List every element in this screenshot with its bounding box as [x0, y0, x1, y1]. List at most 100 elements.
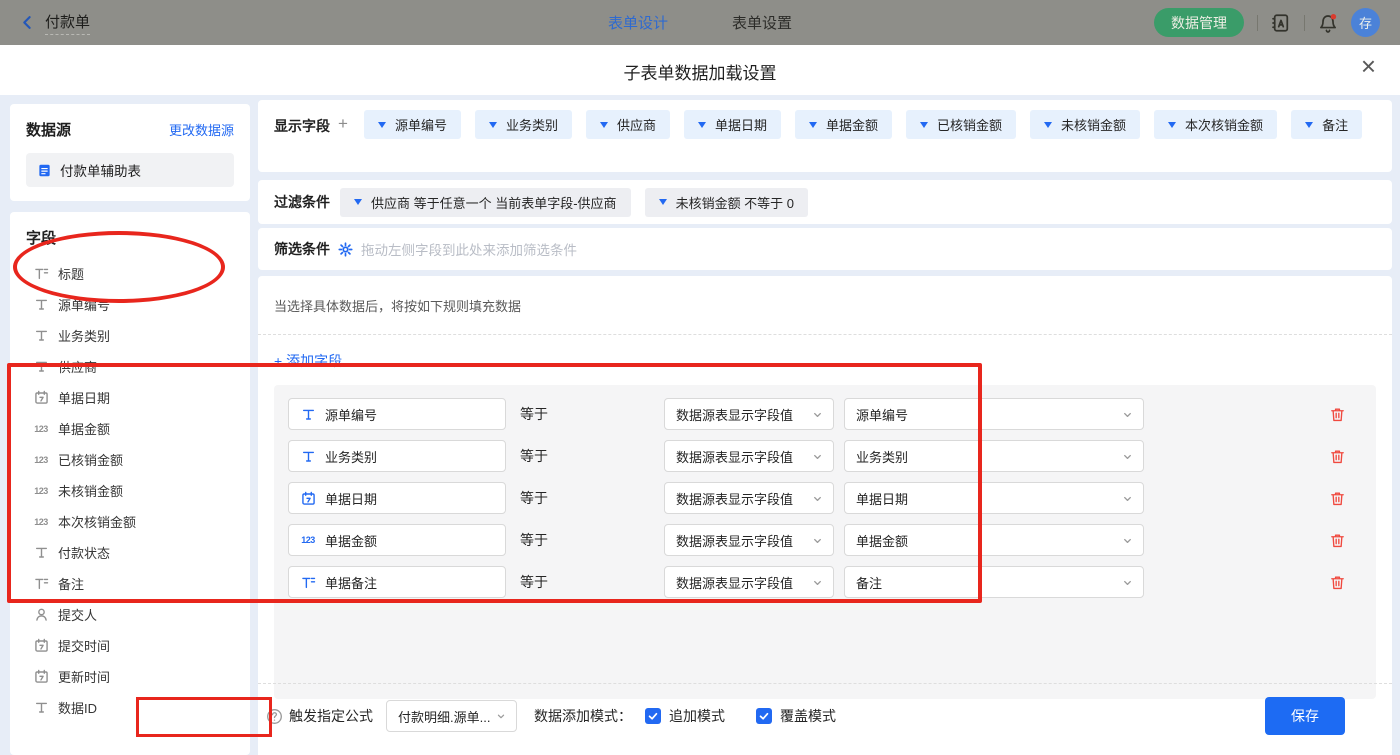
filter-condition-tag-label: 供应商 等于任意一个 当前表单字段-供应商: [371, 193, 617, 212]
field-list-item[interactable]: 123未核销金额: [26, 475, 234, 506]
rule-value-select[interactable]: 源单编号: [844, 398, 1144, 430]
fields-panel: 字段 标题源单编号业务类别供应商单据日期123单据金额123已核销金额123未核…: [10, 212, 250, 755]
caret-down-icon: [1305, 122, 1313, 128]
field-list-item[interactable]: 数据ID: [26, 692, 234, 723]
caret-down-icon: [659, 199, 667, 205]
rule-value-select-value: 单据金额: [856, 531, 908, 550]
chevron-down-icon: [811, 492, 824, 505]
user-avatar[interactable]: 存: [1351, 8, 1380, 37]
display-field-tag-label: 备注: [1322, 115, 1348, 134]
rule-target-field[interactable]: 源单编号: [288, 398, 506, 430]
filter-condition-tag[interactable]: 未核销金额 不等于 0: [645, 188, 808, 217]
app-header: 付款单 表单设计 表单设置 数据管理 存: [0, 0, 1400, 45]
rule-source-select[interactable]: 数据源表显示字段值: [664, 482, 834, 514]
display-field-tag[interactable]: 源单编号: [364, 110, 461, 139]
fill-rule-row: 单据备注等于数据源表显示字段值备注: [288, 566, 1362, 598]
field-list-item[interactable]: 提交时间: [26, 630, 234, 661]
mode-checkbox-group[interactable]: 追加模式: [645, 706, 725, 726]
rule-source-select[interactable]: 数据源表显示字段值: [664, 398, 834, 430]
display-fields-label: 显示字段: [274, 116, 330, 136]
number-field-icon: 123: [33, 486, 49, 496]
field-list-item[interactable]: 123单据金额: [26, 413, 234, 444]
save-button[interactable]: 保存: [1265, 697, 1345, 735]
rule-value-select-value: 业务类别: [856, 447, 908, 466]
trash-icon[interactable]: [1329, 448, 1346, 465]
back-icon[interactable]: [20, 15, 35, 30]
notification-bell-icon[interactable]: [1318, 13, 1338, 33]
field-list-item[interactable]: 标题: [26, 258, 234, 289]
tab-form-settings[interactable]: 表单设置: [732, 12, 792, 33]
filter-tags: 供应商 等于任意一个 当前表单字段-供应商 未核销金额 不等于 0: [340, 188, 808, 217]
filter-label: 过滤条件: [274, 192, 330, 212]
display-field-tag[interactable]: 已核销金额: [906, 110, 1016, 139]
field-list-item[interactable]: 更新时间: [26, 661, 234, 692]
checkbox-checked-icon[interactable]: [645, 708, 661, 724]
caret-down-icon: [489, 122, 497, 128]
filter-condition-tag[interactable]: 供应商 等于任意一个 当前表单字段-供应商: [340, 188, 631, 217]
form-name-title[interactable]: 付款单: [45, 11, 90, 35]
mode-checkbox-group[interactable]: 覆盖模式: [756, 706, 836, 726]
address-book-icon[interactable]: [1271, 13, 1291, 33]
field-list-item[interactable]: 付款状态: [26, 537, 234, 568]
rule-operator-label: 等于: [506, 530, 664, 550]
dialog-body: 数据源 更改数据源 付款单辅助表 字段 标题源单编号业务类别供应商单据日期123…: [0, 95, 1400, 755]
textarea-field-icon: [33, 266, 49, 281]
sift-drop-placeholder: 拖动左侧字段到此处来添加筛选条件: [361, 239, 577, 259]
display-field-tag[interactable]: 供应商: [586, 110, 670, 139]
field-list-item[interactable]: 业务类别: [26, 320, 234, 351]
display-field-tag[interactable]: 业务类别: [475, 110, 572, 139]
formula-label: 触发指定公式: [289, 706, 373, 726]
close-icon[interactable]: ×: [1361, 53, 1376, 79]
rule-value-select[interactable]: 业务类别: [844, 440, 1144, 472]
filter-panel: 过滤条件 供应商 等于任意一个 当前表单字段-供应商 未核销金额 不等于 0: [258, 180, 1392, 224]
field-list-item-label: 备注: [58, 574, 84, 593]
number-field-icon: 123: [33, 424, 49, 434]
field-list-item[interactable]: 供应商: [26, 351, 234, 382]
rule-value-select-value: 单据日期: [856, 489, 908, 508]
rule-source-select[interactable]: 数据源表显示字段值: [664, 566, 834, 598]
rule-value-select[interactable]: 单据日期: [844, 482, 1144, 514]
rule-target-field[interactable]: 单据备注: [288, 566, 506, 598]
datasource-table-item[interactable]: 付款单辅助表: [26, 153, 234, 187]
rule-target-field[interactable]: 业务类别: [288, 440, 506, 472]
trash-icon[interactable]: [1329, 406, 1346, 423]
rule-source-select[interactable]: 数据源表显示字段值: [664, 440, 834, 472]
trash-icon[interactable]: [1329, 532, 1346, 549]
rule-target-field[interactable]: 单据日期: [288, 482, 506, 514]
field-list-item[interactable]: 提交人: [26, 599, 234, 630]
add-field-button[interactable]: + 添加字段: [274, 351, 342, 371]
checkbox-checked-icon[interactable]: [756, 708, 772, 724]
field-list-item[interactable]: 备注: [26, 568, 234, 599]
add-display-field-icon[interactable]: +: [338, 114, 348, 134]
field-list-item[interactable]: 123本次核销金额: [26, 506, 234, 537]
help-icon[interactable]: [266, 708, 283, 725]
text-field-icon: [33, 359, 49, 374]
dialog-title: 子表单数据加载设置: [0, 59, 1400, 84]
trash-icon[interactable]: [1329, 490, 1346, 507]
rule-target-field[interactable]: 123单据金额: [288, 524, 506, 556]
field-list-item[interactable]: 单据日期: [26, 382, 234, 413]
display-field-tag[interactable]: 单据日期: [684, 110, 781, 139]
trash-icon[interactable]: [1329, 574, 1346, 591]
rule-value-select[interactable]: 备注: [844, 566, 1144, 598]
textarea-field-icon: [300, 575, 316, 590]
rule-value-select[interactable]: 单据金额: [844, 524, 1144, 556]
field-list-item[interactable]: 源单编号: [26, 289, 234, 320]
display-field-tag[interactable]: 未核销金额: [1030, 110, 1140, 139]
display-field-tag[interactable]: 备注: [1291, 110, 1362, 139]
field-list-item-label: 供应商: [58, 357, 97, 376]
formula-select[interactable]: 付款明细.源单...: [386, 700, 517, 732]
display-field-tag[interactable]: 本次核销金额: [1154, 110, 1277, 139]
chevron-down-icon: [1121, 408, 1134, 421]
field-list-item[interactable]: 123已核销金额: [26, 444, 234, 475]
rule-source-select[interactable]: 数据源表显示字段值: [664, 524, 834, 556]
tab-form-design[interactable]: 表单设计: [608, 12, 668, 33]
text-field-icon: [33, 297, 49, 312]
display-field-tag[interactable]: 单据金额: [795, 110, 892, 139]
number-field-icon: 123: [33, 455, 49, 465]
rule-operator-label: 等于: [506, 488, 664, 508]
gear-icon[interactable]: [338, 242, 353, 257]
rule-source-select-value: 数据源表显示字段值: [676, 489, 793, 508]
data-manage-button[interactable]: 数据管理: [1154, 8, 1244, 37]
change-datasource-link[interactable]: 更改数据源: [169, 120, 234, 139]
